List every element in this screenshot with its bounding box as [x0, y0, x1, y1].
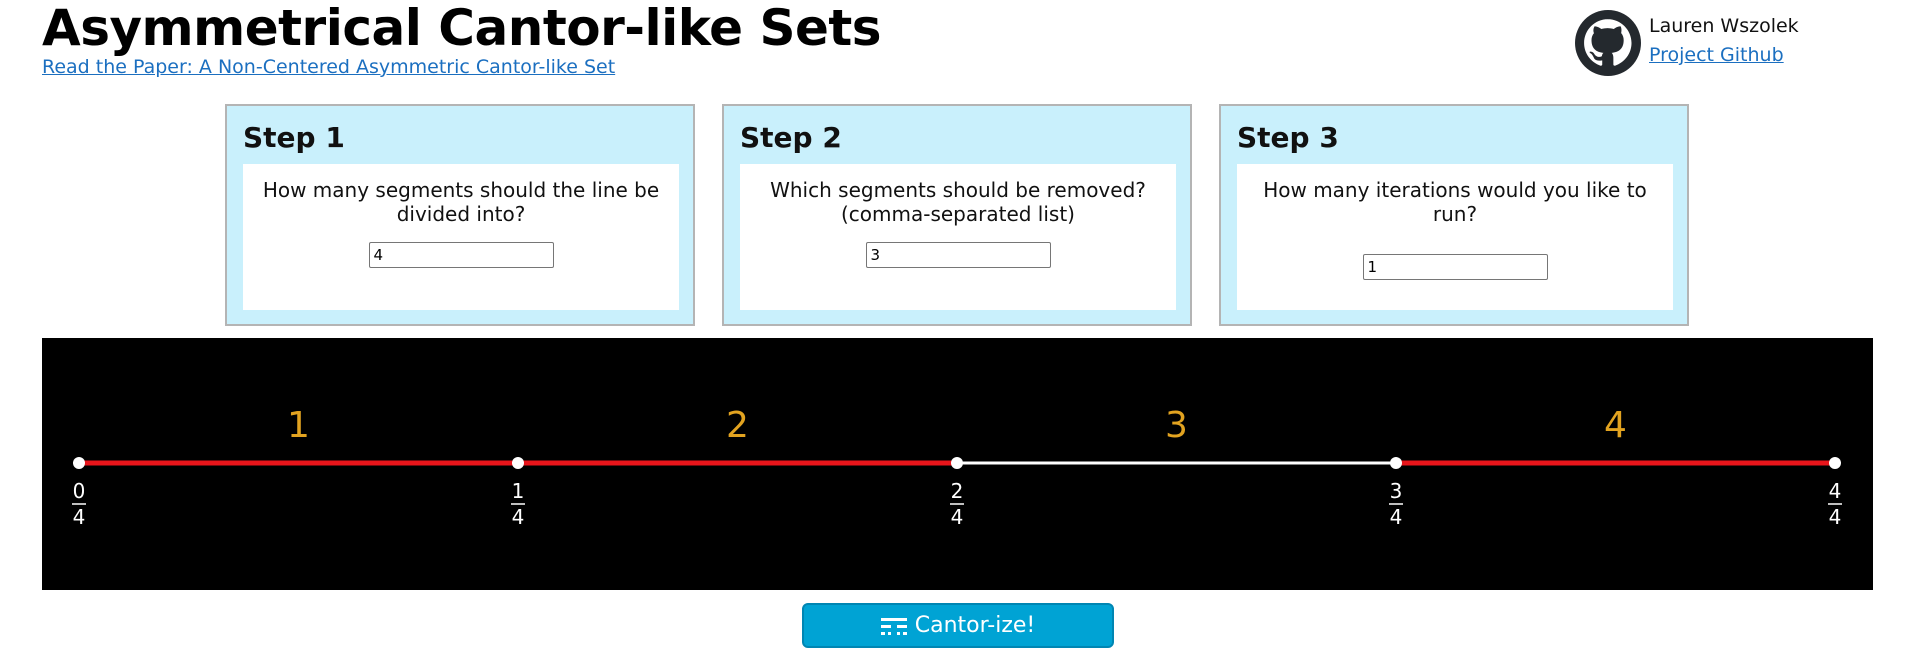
page-title: Asymmetrical Cantor-like Sets	[42, 0, 882, 57]
tick-numerator: 0	[73, 479, 86, 503]
step-body: How many segments should the line be div…	[243, 164, 679, 310]
author-block: Lauren Wszolek Project Github	[1575, 10, 1799, 76]
endpoint-dot	[951, 457, 963, 469]
iterations-input[interactable]	[1362, 254, 1548, 280]
step-title: Step 1	[243, 121, 345, 154]
steps-container: Step 1 How many segments should the line…	[225, 104, 1689, 326]
tick-numerator: 3	[1390, 479, 1403, 503]
tick-numerator: 1	[512, 479, 525, 503]
step-question: How many segments should the line be div…	[262, 178, 660, 226]
step-card-1: Step 1 How many segments should the line…	[225, 104, 695, 326]
author-text: Lauren Wszolek Project Github	[1649, 10, 1799, 70]
segment-label: 3	[1165, 405, 1188, 446]
endpoint-dot	[73, 457, 85, 469]
project-github-link[interactable]: Project Github	[1649, 44, 1784, 66]
segment-label: 1	[287, 405, 310, 446]
tick-denominator: 4	[1390, 505, 1403, 529]
endpoint-dot	[1390, 457, 1402, 469]
step-body: How many iterations would you like to ru…	[1237, 164, 1673, 310]
tick-numerator: 4	[1829, 479, 1842, 503]
step-card-2: Step 2 Which segments should be removed?…	[722, 104, 1192, 326]
paper-link[interactable]: Read the Paper: A Non-Centered Asymmetri…	[42, 56, 615, 78]
step-question: Which segments should be removed? (comma…	[770, 178, 1146, 226]
removed-segments-input[interactable]	[865, 242, 1051, 268]
step-body: Which segments should be removed? (comma…	[740, 164, 1176, 310]
github-icon[interactable]	[1575, 10, 1641, 76]
endpoint-dot	[1829, 457, 1841, 469]
step-card-3: Step 3 How many iterations would you lik…	[1219, 104, 1689, 326]
cantor-canvas: 12340414243444	[42, 338, 1873, 590]
cantorize-label: Cantor-ize!	[914, 613, 1036, 638]
header: Asymmetrical Cantor-like Sets Read the P…	[42, 0, 882, 78]
segments-input[interactable]	[368, 242, 554, 268]
segment-label: 4	[1604, 405, 1627, 446]
step-title: Step 3	[1237, 121, 1339, 154]
tick-denominator: 4	[73, 505, 86, 529]
step-question: How many iterations would you like to ru…	[1263, 178, 1647, 226]
author-name: Lauren Wszolek	[1649, 15, 1799, 37]
tick-denominator: 4	[512, 505, 525, 529]
cantorize-button[interactable]: Cantor-ize!	[802, 603, 1114, 648]
cantor-line-visualization: 1 2 3 40414243444	[72, 405, 1842, 529]
tick-denominator: 4	[951, 505, 964, 529]
tick-denominator: 4	[1829, 505, 1842, 529]
tick-numerator: 2	[951, 479, 964, 503]
step-title: Step 2	[740, 121, 842, 154]
cantor-icon	[880, 616, 907, 636]
segment-label: 2	[726, 405, 749, 446]
endpoint-dot	[512, 457, 524, 469]
